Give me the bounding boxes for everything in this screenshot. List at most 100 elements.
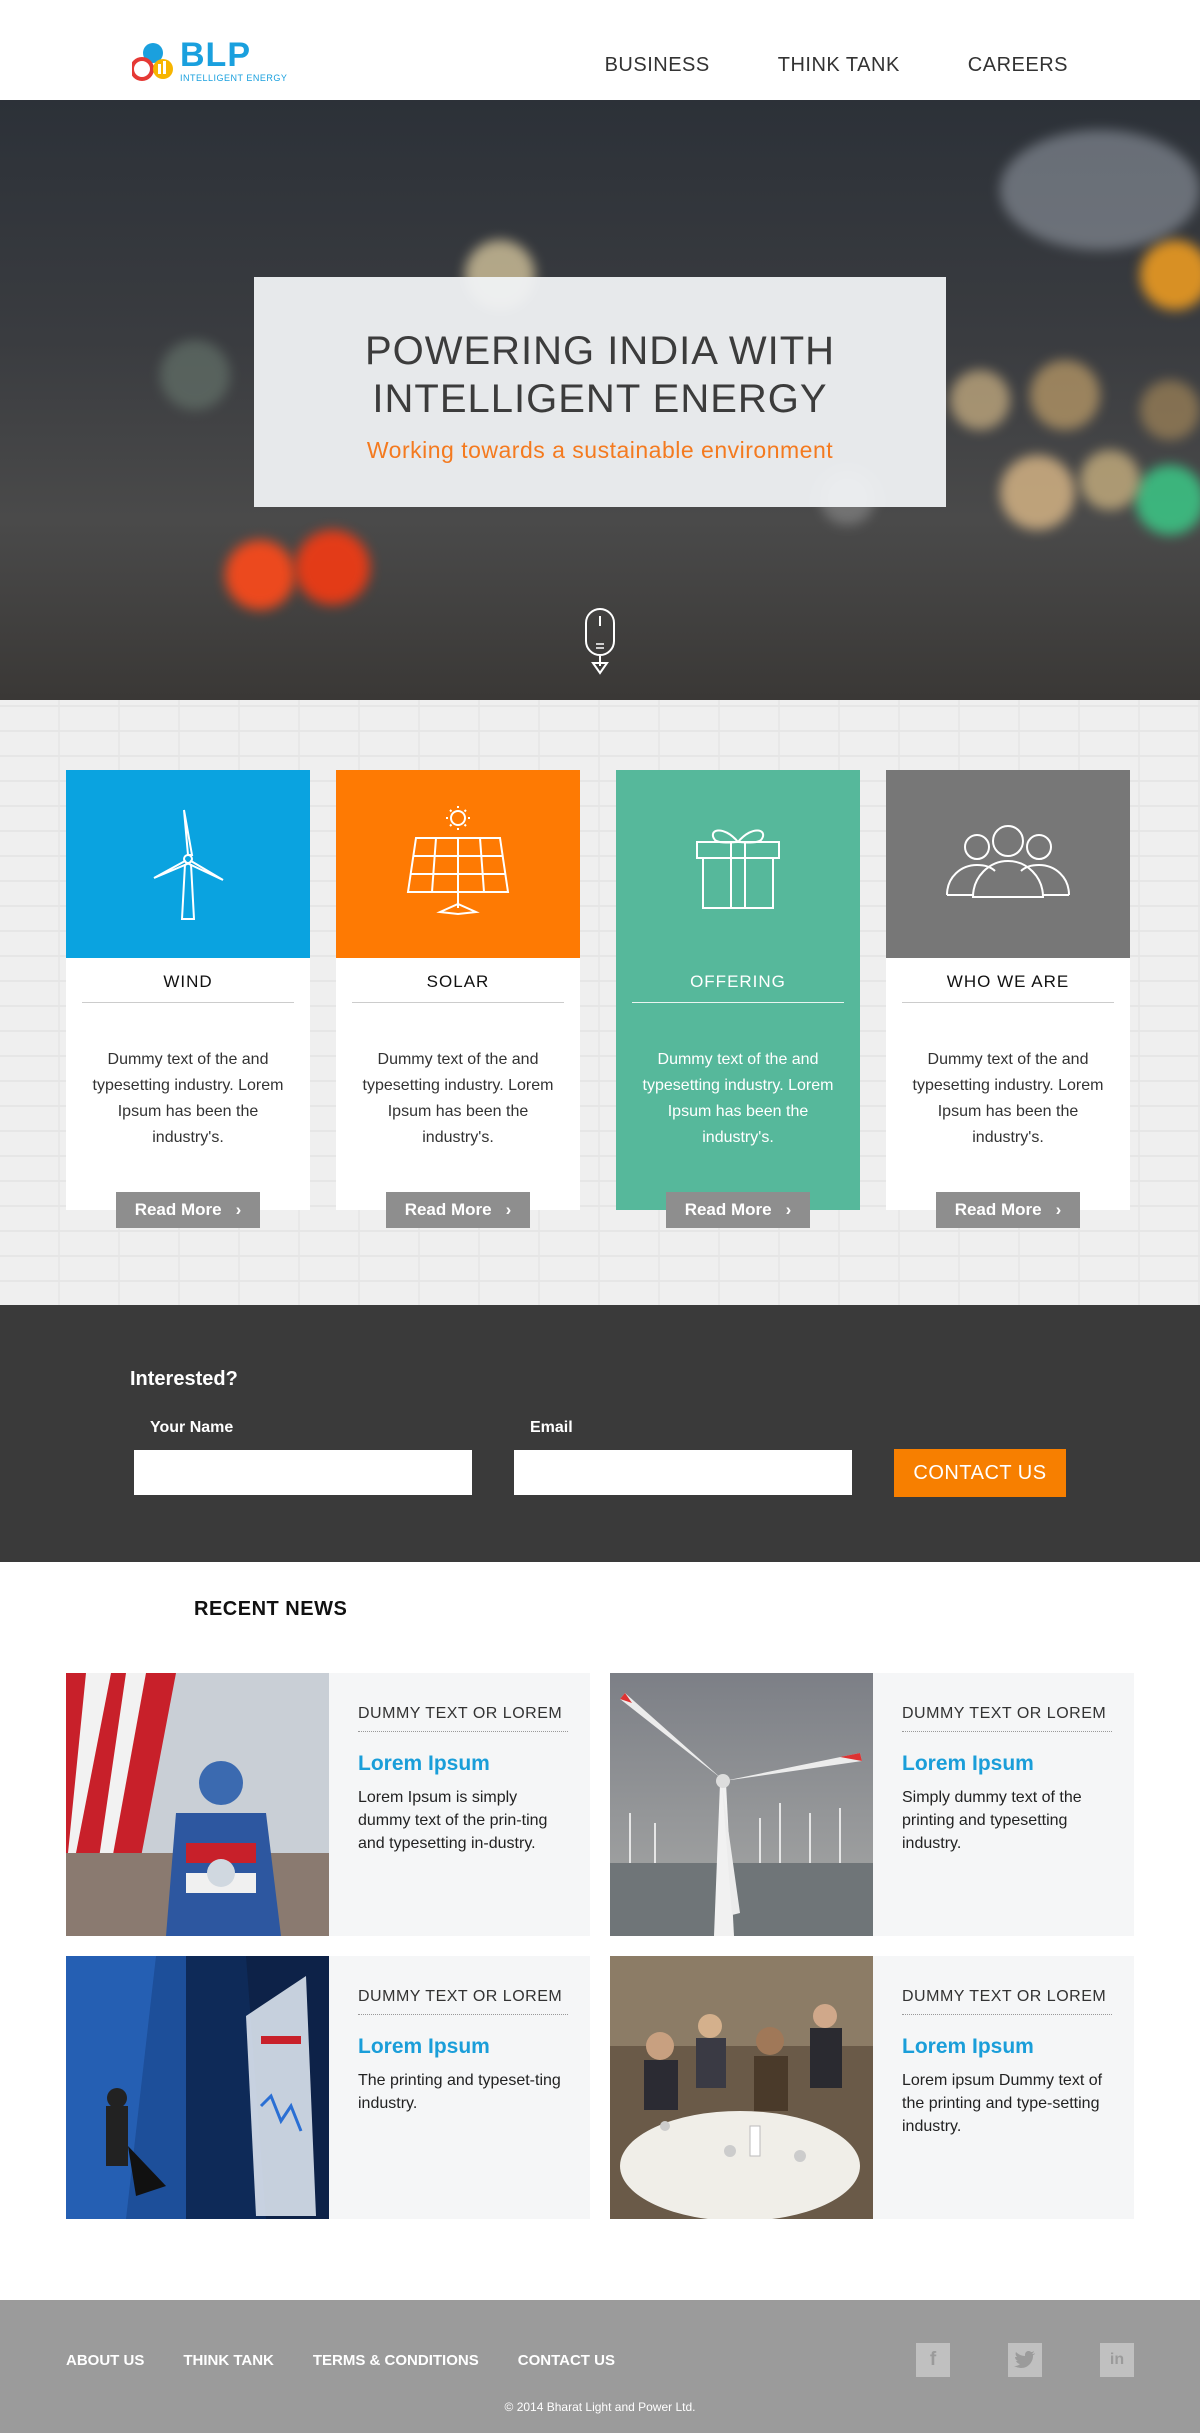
button-label: Read More: [134, 1200, 222, 1219]
button-label: Read More: [404, 1200, 492, 1219]
hero-subtitle: Working towards a sustainable environmen…: [366, 437, 834, 463]
button-label: Read More: [684, 1200, 772, 1219]
bokeh-light: [1030, 360, 1100, 430]
site-footer: ABOUT US THINK TANK TERMS & CONDITIONS C…: [0, 2300, 1200, 2433]
hero-title: POWERING INDIA WITH INTELLIGENT ENERGY: [254, 327, 946, 423]
name-input[interactable]: [134, 1450, 472, 1495]
news-item[interactable]: DUMMY TEXT OR LOREM Lorem Ipsum Simply d…: [610, 1673, 1134, 1936]
news-image: [66, 1956, 329, 2219]
bokeh-light: [1000, 455, 1075, 530]
linkedin-icon[interactable]: in: [1100, 2343, 1134, 2377]
news-item[interactable]: DUMMY TEXT OR LOREM Lorem Ipsum Lorem ip…: [610, 1956, 1134, 2219]
read-more-button[interactable]: Read More ›: [666, 1192, 810, 1228]
button-label: Read More: [954, 1200, 1042, 1219]
footer-link-contact-us[interactable]: CONTACT US: [518, 2352, 615, 2369]
news-text: Lorem ipsum Dummy text of the printing a…: [902, 2072, 1103, 2135]
hero-title-line2: INTELLIGENT ENERGY: [372, 377, 828, 421]
nav-careers[interactable]: CAREERS: [968, 54, 1068, 77]
bokeh-light: [1140, 240, 1200, 310]
news-image: [610, 1673, 873, 1936]
footer-links: ABOUT US THINK TANK TERMS & CONDITIONS C…: [66, 2352, 615, 2369]
read-more-button[interactable]: Read More ›: [936, 1192, 1080, 1228]
wind-turbine-icon: [153, 809, 224, 920]
card-title: WHO WE ARE: [902, 972, 1114, 1003]
services-section: WIND Dummy text of the and typesetting i…: [0, 700, 1200, 1305]
chevron-right-icon: ›: [235, 1200, 242, 1219]
mouse-scroll-icon[interactable]: [585, 608, 615, 678]
hero-panel: POWERING INDIA WITH INTELLIGENT ENERGY W…: [254, 277, 946, 507]
logo-mark-icon: [132, 43, 173, 81]
bokeh-light: [295, 530, 370, 605]
news-photo-wind-farm: [610, 1673, 873, 1936]
site-header: BLP INTELLIGENT ENERGY BUSINESS THINK TA…: [0, 0, 1200, 100]
news-item[interactable]: DUMMY TEXT OR LOREM Lorem Ipsum Lorem Ip…: [66, 1673, 590, 1936]
bokeh-light: [1135, 465, 1200, 535]
card-header: [616, 770, 860, 958]
contact-us-button[interactable]: CONTACT US: [894, 1449, 1066, 1497]
service-card-who-we-are: WHO WE ARE Dummy text of the and typeset…: [886, 770, 1130, 1228]
solar-panel-icon: [406, 806, 510, 916]
logo-tagline: INTELLIGENT ENERGY: [180, 73, 288, 83]
card-title: SOLAR: [352, 972, 564, 1003]
gift-icon: [696, 829, 780, 909]
email-input[interactable]: [514, 1450, 852, 1495]
news-photo-parade: [66, 1673, 329, 1936]
people-icon: [946, 825, 1070, 898]
service-card-wind: WIND Dummy text of the and typesetting i…: [66, 770, 310, 1228]
bokeh-light: [1000, 130, 1200, 250]
chevron-right-icon: ›: [1055, 1200, 1062, 1219]
bokeh-light: [950, 370, 1010, 430]
news-body: DUMMY TEXT OR LOREM Lorem Ipsum Lorem Ip…: [358, 1673, 568, 1855]
email-label: Email: [530, 1419, 573, 1436]
service-card-solar: SOLAR Dummy text of the and typesetting …: [336, 770, 580, 1228]
bokeh-light: [1140, 380, 1200, 440]
facebook-icon[interactable]: f: [916, 2343, 950, 2377]
news-photo-conference: [610, 1956, 873, 2219]
read-more-button[interactable]: Read More ›: [386, 1192, 530, 1228]
news-title[interactable]: Lorem Ipsum: [902, 1752, 1112, 1776]
footer-link-think-tank[interactable]: THINK TANK: [183, 2352, 274, 2369]
nav-think-tank[interactable]: THINK TANK: [778, 54, 900, 77]
news-title[interactable]: Lorem Ipsum: [358, 2035, 568, 2059]
logo-text: BLP: [180, 36, 251, 74]
bokeh-light: [1080, 450, 1140, 510]
news-tag: DUMMY TEXT OR LOREM: [902, 1988, 1112, 2015]
contact-heading: Interested?: [130, 1368, 238, 1390]
hero-title-line1: POWERING INDIA WITH: [364, 329, 836, 373]
news-item[interactable]: DUMMY TEXT OR LOREM Lorem Ipsum The prin…: [66, 1956, 590, 2219]
twitter-icon[interactable]: [1008, 2343, 1042, 2377]
card-header: [336, 770, 580, 958]
name-label: Your Name: [150, 1419, 234, 1436]
news-text: Simply dummy text of the printing and ty…: [902, 1789, 1082, 1852]
bokeh-light: [225, 540, 295, 610]
news-title[interactable]: Lorem Ipsum: [902, 2035, 1112, 2059]
hero-banner: POWERING INDIA WITH INTELLIGENT ENERGY W…: [0, 100, 1200, 700]
twitter-bird-glyph: [1014, 2351, 1035, 2368]
card-title: WIND: [82, 972, 294, 1003]
logo[interactable]: BLP INTELLIGENT ENERGY: [132, 36, 287, 88]
news-photo-stock-screen: [66, 1956, 329, 2219]
card-text: Dummy text of the and typesetting indust…: [642, 1051, 834, 1146]
footer-link-terms[interactable]: TERMS & CONDITIONS: [313, 2352, 479, 2369]
card-text: Dummy text of the and typesetting indust…: [92, 1051, 284, 1146]
footer-link-about-us[interactable]: ABOUT US: [66, 2352, 144, 2369]
read-more-button[interactable]: Read More ›: [116, 1192, 260, 1228]
card-header: [66, 770, 310, 958]
nav-business[interactable]: BUSINESS: [605, 54, 710, 77]
service-card-offering: OFFERING Dummy text of the and typesetti…: [616, 770, 860, 1228]
recent-news-heading: RECENT NEWS: [194, 1598, 348, 1620]
card-title: OFFERING: [632, 972, 844, 1003]
contact-section: Interested? Your Name Email CONTACT US: [0, 1305, 1200, 1562]
chevron-right-icon: ›: [505, 1200, 512, 1219]
card-text: Dummy text of the and typesetting indust…: [912, 1051, 1104, 1146]
news-title[interactable]: Lorem Ipsum: [358, 1752, 568, 1776]
news-image: [610, 1956, 873, 2219]
news-body: DUMMY TEXT OR LOREM Lorem Ipsum Lorem ip…: [902, 1956, 1112, 2138]
news-body: DUMMY TEXT OR LOREM Lorem Ipsum Simply d…: [902, 1673, 1112, 1855]
news-tag: DUMMY TEXT OR LOREM: [358, 1705, 568, 1732]
main-nav: BUSINESS THINK TANK CAREERS: [605, 54, 1068, 77]
news-text: Lorem Ipsum is simply dummy text of the …: [358, 1789, 548, 1852]
news-tag: DUMMY TEXT OR LOREM: [902, 1705, 1112, 1732]
bokeh-light: [160, 340, 230, 410]
card-text: Dummy text of the and typesetting indust…: [362, 1051, 554, 1146]
